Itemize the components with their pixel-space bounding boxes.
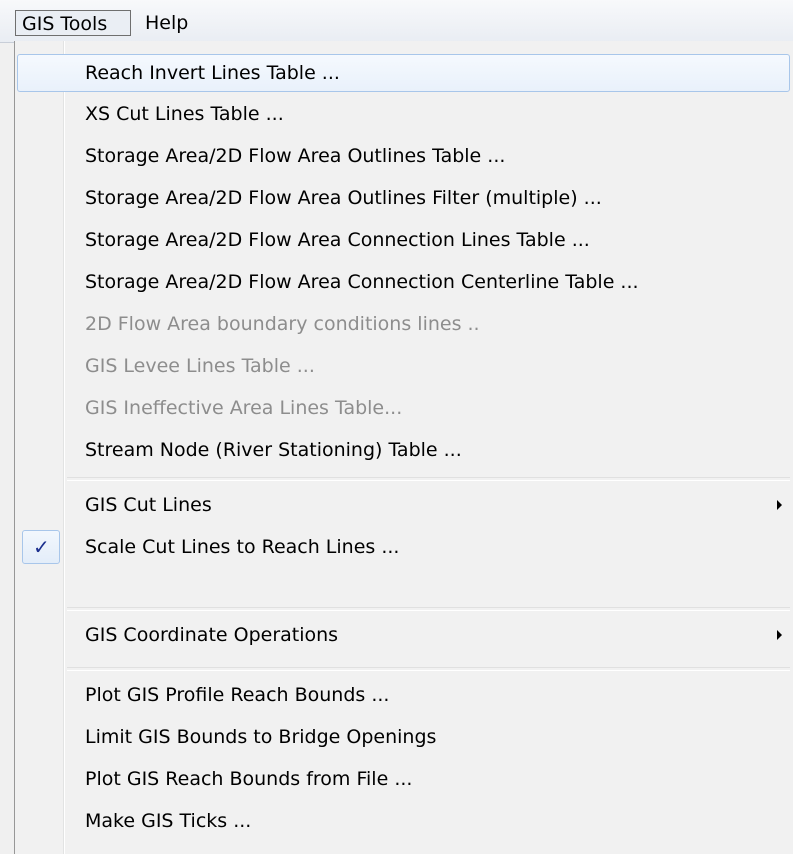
menu-separator [67,477,790,481]
menu-item-label: GIS Ineffective Area Lines Table... [85,397,403,419]
menu-item-label: Make GIS Ticks ... [85,810,252,832]
menu-item-gis-coordinate-operations[interactable]: GIS Coordinate Operations [17,616,790,654]
menu-item-label: 2D Flow Area boundary conditions lines .… [85,313,480,335]
checkmark-icon: ✓ [33,535,50,559]
menu-item-label: Storage Area/2D Flow Area Connection Lin… [85,229,590,251]
gis-tools-dropdown: Reach Invert Lines Table ... XS Cut Line… [14,41,793,854]
menu-item-2d-boundary-conditions-lines: 2D Flow Area boundary conditions lines .… [17,305,790,343]
menu-item-label: Storage Area/2D Flow Area Outlines Filte… [85,187,602,209]
menu-item-storage-area-outlines-filter[interactable]: Storage Area/2D Flow Area Outlines Filte… [17,179,790,217]
checkmark-frame: ✓ [22,530,60,564]
menu-item-label: GIS Cut Lines [85,494,212,516]
menu-item-gis-ineffective-area-lines-table: GIS Ineffective Area Lines Table... [17,389,790,427]
menu-item-plot-gis-profile-reach-bounds[interactable]: Plot GIS Profile Reach Bounds ... [17,676,790,714]
menu-item-label: XS Cut Lines Table ... [85,103,284,125]
submenu-arrow-icon [777,630,782,640]
menu-item-reach-invert-lines-table[interactable]: Reach Invert Lines Table ... [17,54,790,92]
menu-help[interactable]: Help [139,10,194,36]
menu-item-gis-cut-lines[interactable]: GIS Cut Lines [17,486,790,524]
menu-item-plot-gis-reach-bounds-file[interactable]: Plot GIS Reach Bounds from File ... [17,760,790,798]
menu-item-gis-levee-lines-table: GIS Levee Lines Table ... [17,347,790,385]
menu-separator [67,607,790,611]
menu-item-connection-lines-table[interactable]: Storage Area/2D Flow Area Connection Lin… [17,221,790,259]
menu-gis-tools[interactable]: GIS Tools [15,10,131,36]
menu-item-label: Scale Cut Lines to Reach Lines ... [85,536,400,558]
submenu-arrow-icon [777,500,782,510]
menu-separator [67,667,790,671]
menu-item-label: Plot GIS Profile Reach Bounds ... [85,684,390,706]
menu-item-label: Limit GIS Bounds to Bridge Openings [85,726,437,748]
menu-bar: GIS Tools Help [0,0,793,43]
menu-item-label: Storage Area/2D Flow Area Outlines Table… [85,145,506,167]
menu-item-label: Reach Invert Lines Table ... [85,62,340,84]
menu-item-stream-node-table[interactable]: Stream Node (River Stationing) Table ... [17,431,790,469]
menu-item-make-gis-ticks[interactable]: Make GIS Ticks ... [17,802,790,840]
menu-item-label: GIS Levee Lines Table ... [85,355,315,377]
menu-item-label: Plot GIS Reach Bounds from File ... [85,768,413,790]
menu-item-scale-cut-lines[interactable]: ✓ Scale Cut Lines to Reach Lines ... [17,528,790,566]
menu-item-connection-centerline-table[interactable]: Storage Area/2D Flow Area Connection Cen… [17,263,790,301]
menu-item-label: Storage Area/2D Flow Area Connection Cen… [85,271,639,293]
menu-item-limit-gis-bounds[interactable]: Limit GIS Bounds to Bridge Openings [17,718,790,756]
application-window: GIS Tools Help Reach Invert Lines Table … [0,0,793,854]
menu-item-label: GIS Coordinate Operations [85,624,339,646]
menu-item-label: Stream Node (River Stationing) Table ... [85,439,462,461]
menu-item-xs-cut-lines-table[interactable]: XS Cut Lines Table ... [17,95,790,133]
menu-item-storage-area-outlines-table[interactable]: Storage Area/2D Flow Area Outlines Table… [17,137,790,175]
